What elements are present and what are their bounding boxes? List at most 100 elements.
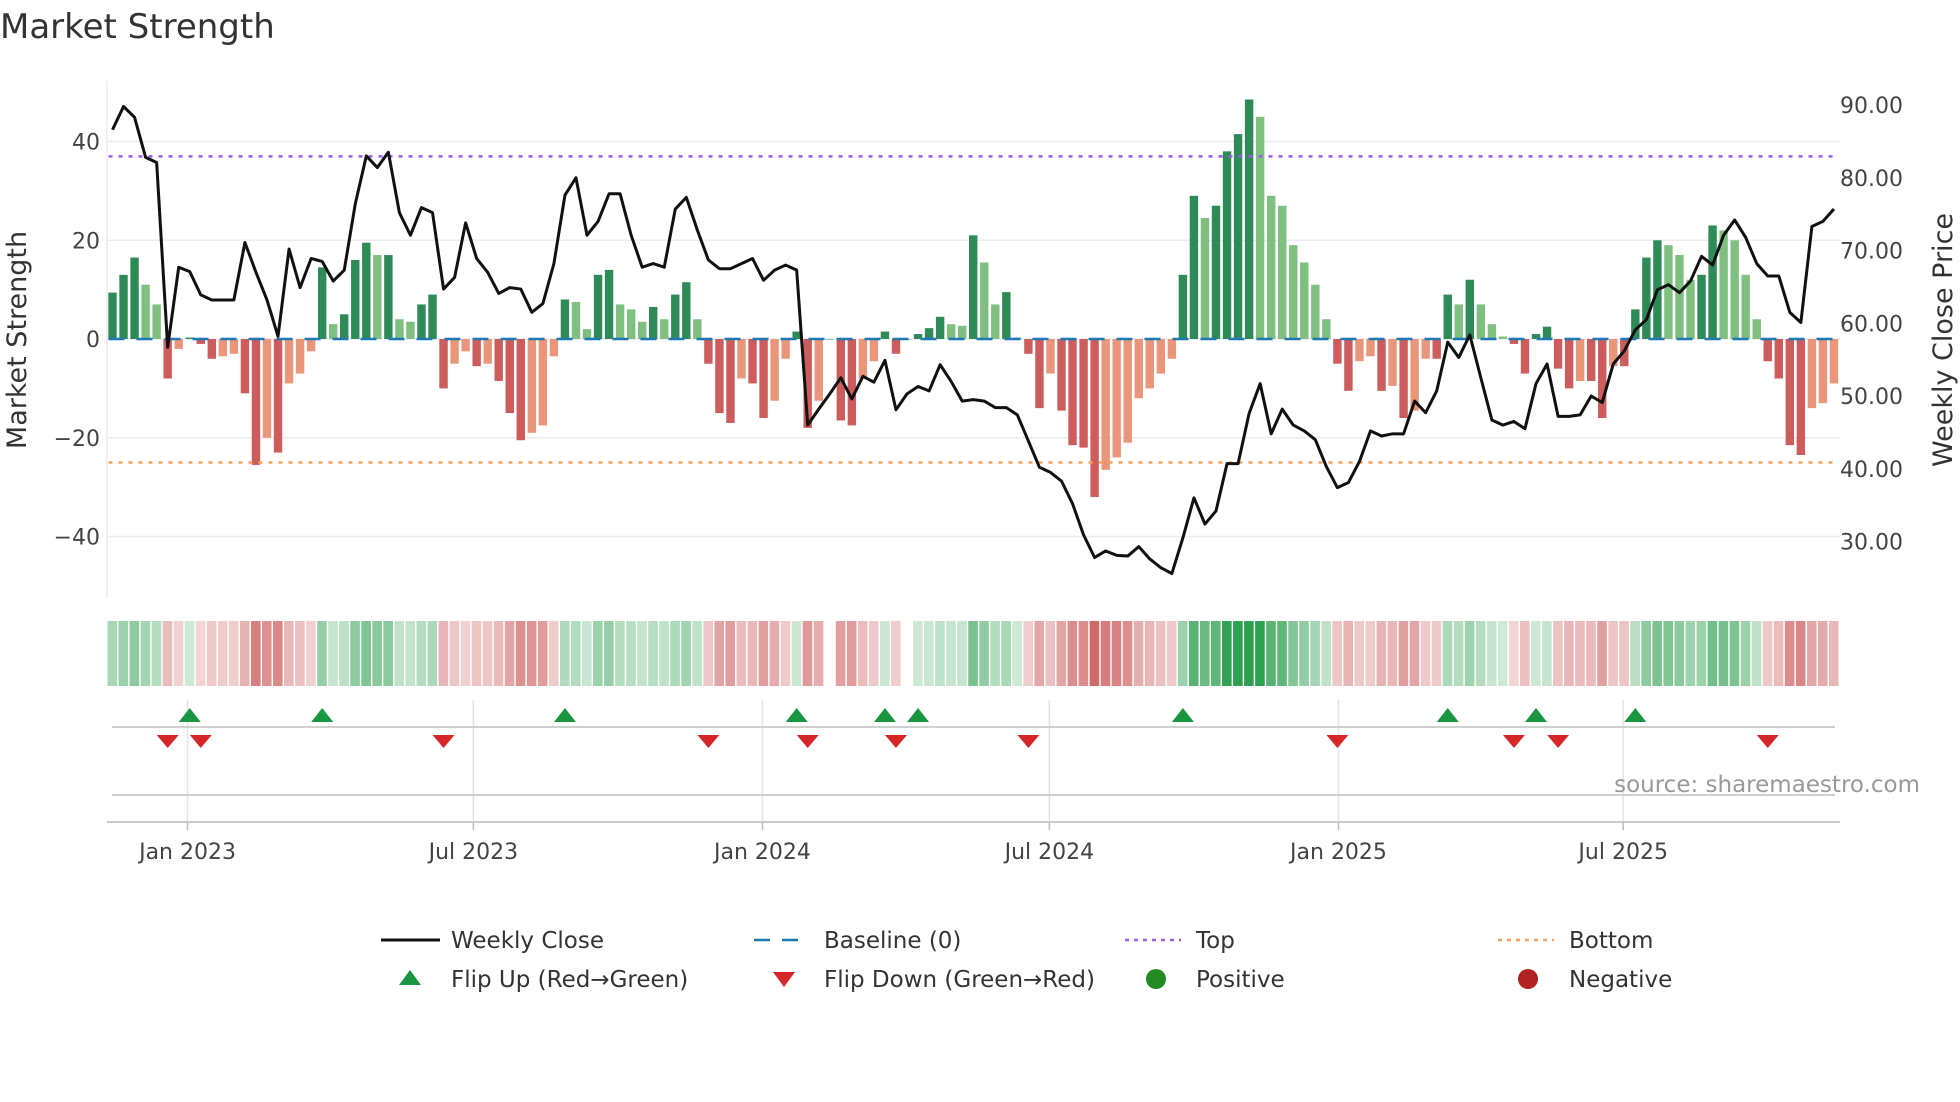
x-tick-label: Jul 2024	[1003, 840, 1095, 865]
heatmap-cell	[140, 621, 151, 686]
strength-bar	[1366, 339, 1375, 357]
heatmap-cell	[1222, 621, 1232, 686]
heatmap-cell	[924, 621, 934, 686]
heatmap-cell	[736, 621, 747, 686]
heatmap-cell	[1751, 621, 1762, 686]
heatmap-cell	[1211, 621, 1221, 686]
strength-bar	[1432, 339, 1441, 359]
strength-bar	[1002, 292, 1011, 339]
strength-bar	[869, 339, 879, 362]
heatmap-cell	[758, 621, 769, 686]
heatmap-cell	[1277, 621, 1287, 686]
heatmap-cell	[714, 621, 725, 686]
y2-tick-label: 30.00	[1840, 531, 1903, 556]
heatmap-cell	[1508, 621, 1519, 686]
heatmap-cell	[1497, 621, 1508, 686]
strength-bar	[538, 339, 548, 426]
strength-bar	[130, 257, 139, 339]
y2-tick-label: 80.00	[1840, 167, 1903, 192]
y-tick-label: 20	[72, 229, 100, 254]
strength-bar	[649, 306, 658, 339]
strength-bar	[417, 304, 426, 339]
strength-bar	[1278, 205, 1287, 339]
heatmap-cell	[1166, 621, 1177, 686]
heatmap-cell	[1332, 621, 1342, 686]
strength-bar	[516, 339, 525, 441]
heatmap-cell	[1663, 621, 1674, 686]
heatmap-cell	[835, 621, 846, 686]
strength-bar	[1564, 339, 1574, 389]
strength-bar	[384, 255, 393, 339]
strength-bar	[858, 339, 868, 379]
strength-bar	[626, 309, 636, 339]
flip-down-marker	[796, 735, 819, 748]
strength-bar	[1178, 274, 1188, 339]
strength-bar	[1057, 339, 1066, 411]
heatmap-cell	[1244, 621, 1254, 686]
heatmap-cell	[548, 621, 559, 686]
strength-bar	[1465, 279, 1475, 339]
heatmap-cell	[1354, 621, 1365, 686]
strength-bar	[593, 274, 603, 339]
heatmap-cell	[273, 621, 283, 686]
heatmap-cell	[1387, 621, 1398, 686]
heatmap-cell	[151, 621, 162, 686]
strength-bar	[969, 235, 978, 339]
flip-down-marker	[884, 735, 907, 748]
strength-bar	[1300, 262, 1309, 339]
strength-bar	[1443, 294, 1452, 339]
strength-bar	[1686, 279, 1695, 339]
strength-bar	[1807, 339, 1817, 409]
heatmap-cell	[162, 621, 173, 686]
heatmap-cell	[1056, 621, 1067, 686]
market-strength-chart: Market Strength Market Strength Weekly C…	[0, 7, 1959, 993]
heatmap-cell	[1453, 621, 1464, 686]
heatmap-cell	[361, 621, 371, 686]
strength-bar	[527, 339, 537, 433]
strength-bar	[428, 294, 437, 339]
strength-bar	[1156, 339, 1166, 374]
strength-bar	[825, 339, 834, 340]
legend-label: Top	[1195, 928, 1235, 954]
strength-bar	[693, 319, 702, 339]
heatmap-cell	[405, 621, 416, 686]
strength-bar	[1255, 116, 1265, 339]
heatmap-cell	[1233, 621, 1243, 686]
heatmap-cell	[1564, 621, 1574, 686]
heatmap-cell	[217, 621, 228, 686]
strength-bar	[748, 339, 757, 384]
heatmap-cell	[1806, 621, 1817, 686]
heatmap-cell	[427, 621, 438, 686]
strength-bar	[273, 339, 283, 453]
heatmap-cell	[1266, 621, 1276, 686]
strength-bar	[1222, 151, 1232, 339]
x-tick-label: Jan 2023	[137, 840, 236, 865]
heatmap-cell	[615, 621, 625, 686]
strength-bar	[1454, 304, 1463, 339]
strength-bar	[704, 339, 713, 364]
y2-tick-label: 60.00	[1840, 312, 1903, 337]
strength-bar	[571, 301, 581, 339]
legend-negative-icon	[1518, 969, 1538, 989]
strength-bar	[847, 339, 857, 426]
flip-down-marker	[1326, 735, 1349, 748]
strength-bar	[991, 304, 1000, 339]
strength-bar	[1024, 339, 1033, 354]
heatmap-cell	[295, 621, 305, 686]
strength-bar	[472, 339, 481, 367]
legend: Weekly Close Baseline (0) Top Bottom Flip Up…	[381, 928, 1672, 993]
strength-bar	[1476, 304, 1486, 339]
flip-down-marker	[1017, 735, 1040, 748]
strength-bar	[1112, 339, 1121, 458]
heatmap-cell	[1188, 621, 1199, 686]
y2-tick-label: 50.00	[1840, 385, 1903, 410]
strength-bar	[1200, 218, 1210, 339]
heatmap-cell	[791, 621, 802, 686]
x-tick-label: Jul 2023	[427, 840, 519, 865]
strength-bar	[671, 294, 680, 339]
flip-up-marker	[1624, 708, 1647, 722]
heatmap-cell	[1784, 621, 1795, 686]
strength-bar	[1730, 240, 1739, 339]
heatmap-cell	[206, 621, 217, 686]
heatmap-cell	[979, 621, 989, 686]
